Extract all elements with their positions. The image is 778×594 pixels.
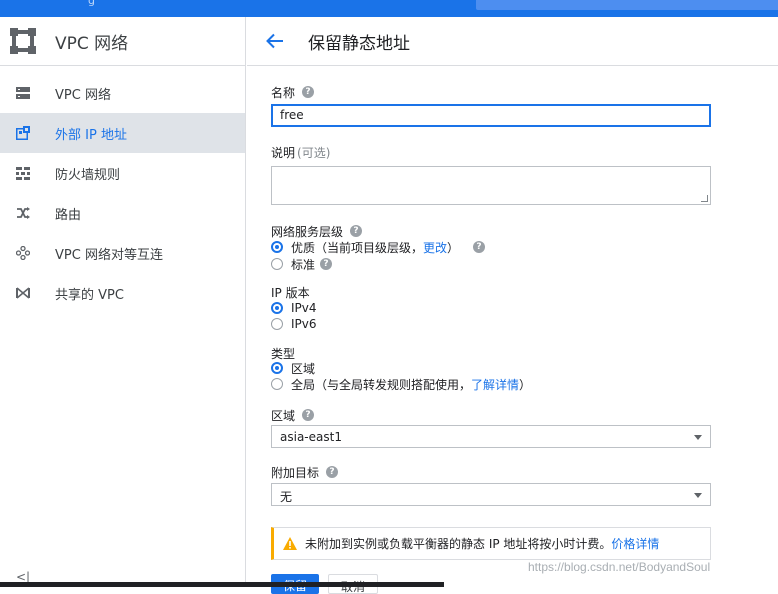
- top-app-bar: g: [0, 0, 778, 17]
- sidebar-item-label: 路由: [55, 207, 82, 223]
- attach-value: 无: [280, 490, 293, 504]
- tier-premium-close: ）: [447, 240, 460, 255]
- optional-hint: (可选): [297, 145, 331, 160]
- sidebar-item-label: VPC 网络对等互连: [55, 247, 163, 263]
- help-icon[interactable]: ?: [350, 225, 363, 237]
- routes-icon: [15, 205, 31, 221]
- region-select[interactable]: asia-east1: [271, 425, 711, 448]
- firewall-icon: [15, 165, 31, 181]
- help-icon[interactable]: ?: [326, 466, 339, 478]
- type-regional-option[interactable]: 区域: [271, 360, 315, 376]
- ip-version-label: IP 版本: [271, 285, 310, 300]
- sidebar-nav: VPC 网络 外部 IP 地址 防火墙规则 路由 VPC 网络对等互连 共享的 …: [0, 73, 245, 313]
- page-title: 保留静态地址: [308, 33, 410, 54]
- tier-premium-option[interactable]: 优质（当前项目级层级， 更改 ） ?: [271, 239, 486, 256]
- sidebar-header: VPC 网络: [0, 17, 245, 66]
- resize-handle-icon[interactable]: [701, 195, 708, 202]
- region-label-text: 区域: [271, 408, 296, 423]
- help-icon[interactable]: ?: [473, 241, 486, 253]
- pricing-notice: 未附加到实例或负载平衡器的静态 IP 地址将按小时计费。 价格详情: [271, 527, 711, 560]
- region-label: 区域 ?: [271, 407, 315, 423]
- arrow-back-icon[interactable]: [264, 30, 286, 52]
- bottom-edge-bar: [0, 582, 444, 587]
- top-bar-partial-text: g: [88, 0, 178, 6]
- network-tier-label: 网络服务层级 ?: [271, 223, 363, 239]
- help-icon[interactable]: ?: [320, 258, 333, 270]
- sidebar-title: VPC 网络: [55, 33, 129, 54]
- help-icon[interactable]: ?: [302, 86, 315, 98]
- notice-text: 未附加到实例或负载平衡器的静态 IP 地址将按小时计费。: [305, 537, 612, 551]
- ipv4-label: IPv4: [291, 301, 317, 315]
- tier-standard-label: 标准: [291, 257, 316, 272]
- radio-unselected[interactable]: [271, 378, 283, 390]
- ipv6-option[interactable]: IPv6: [271, 316, 317, 332]
- dropdown-arrow-icon: [694, 435, 702, 440]
- type-regional-label: 区域: [291, 361, 316, 376]
- sidebar: VPC 网络 VPC 网络 外部 IP 地址 防火墙规则 路由 VPC 网络对等…: [0, 17, 246, 587]
- radio-selected[interactable]: [271, 362, 283, 374]
- type-global-label: 全局（与全局转发规则搭配使用，: [291, 377, 472, 392]
- external-ip-icon: [15, 125, 31, 141]
- sidebar-item-label: 外部 IP 地址: [55, 127, 127, 143]
- dropdown-arrow-icon: [694, 493, 702, 498]
- name-input[interactable]: free: [271, 104, 711, 127]
- shared-vpc-icon: [15, 285, 31, 301]
- type-global-close: ）: [519, 377, 532, 392]
- radio-selected[interactable]: [271, 302, 283, 314]
- radio-unselected[interactable]: [271, 258, 283, 270]
- attach-select[interactable]: 无: [271, 483, 711, 506]
- region-value: asia-east1: [280, 430, 342, 444]
- sidebar-item-routes[interactable]: 路由: [0, 193, 245, 233]
- radio-unselected[interactable]: [271, 318, 283, 330]
- help-icon[interactable]: ?: [302, 409, 315, 421]
- description-label: 说明 (可选): [271, 144, 330, 160]
- type-global-option[interactable]: 全局（与全局转发规则搭配使用， 了解详情 ）: [271, 376, 531, 392]
- sidebar-item-label: VPC 网络: [55, 87, 111, 103]
- attach-label: 附加目标 ?: [271, 464, 339, 480]
- sidebar-item-external-ip[interactable]: 外部 IP 地址: [0, 113, 245, 153]
- warning-icon: [283, 537, 297, 550]
- learn-more-link[interactable]: 了解详情: [471, 376, 519, 393]
- pricing-details-link[interactable]: 价格详情: [611, 535, 659, 552]
- description-textarea[interactable]: [271, 166, 711, 205]
- sidebar-item-peering[interactable]: VPC 网络对等互连: [0, 233, 245, 273]
- ipv4-option[interactable]: IPv4: [271, 300, 317, 316]
- sidebar-item-firewall[interactable]: 防火墙规则: [0, 153, 245, 193]
- vpc-network-logo-icon: [9, 27, 37, 55]
- description-label-text: 说明: [271, 145, 296, 160]
- peering-icon: [15, 245, 31, 261]
- vpc-network-icon: [15, 85, 31, 101]
- attach-label-text: 附加目标: [271, 465, 320, 480]
- watermark: https://blog.csdn.net/BodyandSoul: [528, 560, 711, 574]
- sidebar-item-shared-vpc[interactable]: 共享的 VPC: [0, 273, 245, 313]
- name-label-text: 名称: [271, 85, 296, 100]
- tier-standard-option[interactable]: 标准 ?: [271, 256, 333, 272]
- radio-selected[interactable]: [271, 241, 283, 253]
- ipv6-label: IPv6: [291, 317, 317, 331]
- page-header: 保留静态地址: [247, 17, 778, 66]
- network-tier-label-text: 网络服务层级: [271, 224, 344, 239]
- tier-premium-label: 优质（当前项目级层级，: [291, 240, 424, 255]
- sidebar-item-label: 防火墙规则: [55, 167, 121, 183]
- sidebar-item-label: 共享的 VPC: [55, 287, 124, 303]
- search-box[interactable]: [476, 0, 778, 10]
- change-tier-link[interactable]: 更改: [423, 239, 447, 256]
- sidebar-item-vpc-networks[interactable]: VPC 网络: [0, 73, 245, 113]
- main-content: 保留静态地址 名称 ? free 说明 (可选) 网络服务层级 ? 优质（当前项…: [247, 17, 778, 594]
- name-label: 名称 ?: [271, 84, 315, 100]
